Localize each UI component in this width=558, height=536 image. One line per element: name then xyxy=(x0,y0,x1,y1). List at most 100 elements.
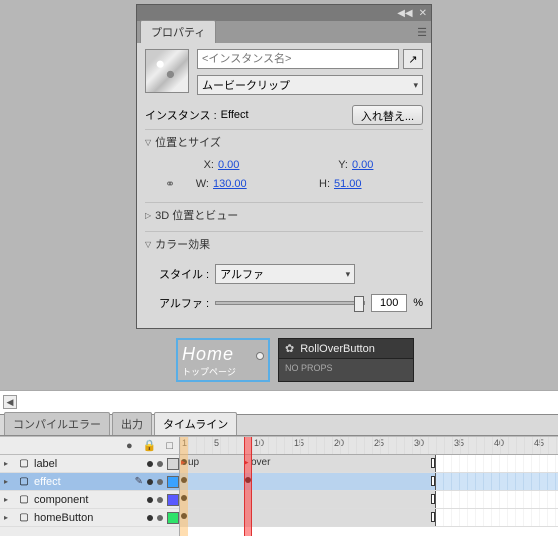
panel-titlebar[interactable]: ◀◀ ✕ xyxy=(137,5,431,21)
layer-type-icon: ▢ xyxy=(18,512,30,524)
x-label: X: xyxy=(190,159,214,171)
layer-lock-dot[interactable] xyxy=(157,461,163,467)
section-3d-label: 3D 位置とビュー xyxy=(155,207,238,223)
triangle-down-icon: ▽ xyxy=(145,138,151,147)
frame-ruler[interactable]: 151015202530354045 xyxy=(180,437,558,455)
section-color-toggle[interactable]: ▽ カラー効果 xyxy=(145,231,423,256)
frame-label-up: up xyxy=(188,457,199,468)
alpha-unit: % xyxy=(413,297,423,309)
triangle-right-icon: ▷ xyxy=(145,211,151,220)
symbol-thumbnail xyxy=(145,49,189,93)
color-style-dropdown[interactable]: アルファ ▾ xyxy=(215,264,355,284)
x-value[interactable]: 0.00 xyxy=(218,159,258,171)
timeline-panel: ● 🔒 □ ▸▢label▸▢effect✎▸▢component▸▢homeB… xyxy=(0,436,558,536)
chevron-down-icon: ▾ xyxy=(346,269,351,280)
layer-fold-icon[interactable]: ▸ xyxy=(4,513,14,522)
swap-button[interactable]: 入れ替え... xyxy=(352,105,423,125)
lower-tabs: コンパイルエラー 出力 タイムライン xyxy=(0,414,558,436)
alpha-value-input[interactable] xyxy=(371,294,407,312)
slider-thumb[interactable] xyxy=(354,296,364,312)
alpha-slider[interactable] xyxy=(215,301,365,305)
layer-lock-dot[interactable] xyxy=(157,479,163,485)
tab-compile-errors[interactable]: コンパイルエラー xyxy=(4,412,110,435)
home-title: Home xyxy=(182,344,264,365)
y-label: Y: xyxy=(324,159,348,171)
pencil-icon: ✎ xyxy=(135,476,143,487)
section-pos-size-label: 位置とサイズ xyxy=(155,134,221,150)
layers-header: ● 🔒 □ xyxy=(0,437,179,455)
layer-fold-icon[interactable]: ▸ xyxy=(4,477,14,486)
w-label: W: xyxy=(185,178,209,190)
rob-title: RollOverButton xyxy=(300,343,375,355)
layer-name[interactable]: label xyxy=(34,458,143,470)
track-effect[interactable] xyxy=(180,473,558,491)
track-label[interactable]: ▸up▸over xyxy=(180,455,558,473)
panel-close-icon[interactable]: ✕ xyxy=(419,8,427,19)
eye-column-icon[interactable]: ● xyxy=(126,440,133,452)
y-value[interactable]: 0.00 xyxy=(352,159,392,171)
stage-selection: Home トップページ ✿ RollOverButton NO PROPS xyxy=(176,338,414,382)
panel-collapse-icon[interactable]: ◀◀ xyxy=(397,8,412,19)
layer-visibility-dot[interactable] xyxy=(147,497,153,503)
layer-visibility-dot[interactable] xyxy=(147,461,153,467)
tab-timeline[interactable]: タイムライン xyxy=(154,412,237,435)
properties-panel: ◀◀ ✕ プロパティ ☰ ↗ ムービークリップ ▾ インスタンス : Effec… xyxy=(136,4,432,329)
layers-column: ● 🔒 □ ▸▢label▸▢effect✎▸▢component▸▢homeB… xyxy=(0,437,180,536)
layer-fold-icon[interactable]: ▸ xyxy=(4,459,14,468)
layer-visibility-dot[interactable] xyxy=(147,515,153,521)
track-component[interactable] xyxy=(180,491,558,509)
style-label: スタイル : xyxy=(159,266,209,282)
layer-name[interactable]: component xyxy=(34,494,143,506)
layer-color-swatch[interactable] xyxy=(167,476,179,488)
layer-fold-icon[interactable]: ▸ xyxy=(4,495,14,504)
scroll-left-button[interactable]: ◀ xyxy=(3,395,17,409)
panel-menu-icon[interactable]: ☰ xyxy=(417,26,427,39)
lock-column-icon[interactable]: 🔒 xyxy=(143,439,157,452)
symbol-type-label: ムービークリップ xyxy=(202,77,290,93)
layer-color-swatch[interactable] xyxy=(167,458,179,470)
layer-lock-dot[interactable] xyxy=(157,515,163,521)
stage-rolloverbutton-clip[interactable]: ✿ RollOverButton NO PROPS xyxy=(278,338,414,382)
layer-lock-dot[interactable] xyxy=(157,497,163,503)
chevron-down-icon: ▾ xyxy=(413,80,418,91)
layer-row-homeButton[interactable]: ▸ ▢ homeButton xyxy=(0,509,179,527)
link-wh-icon[interactable]: ⚭ xyxy=(159,177,181,191)
layer-name[interactable]: homeButton xyxy=(34,512,143,524)
home-subtitle: トップページ xyxy=(182,365,264,378)
symbol-type-dropdown[interactable]: ムービークリップ ▾ xyxy=(197,75,423,95)
layer-row-effect[interactable]: ▸ ▢ effect ✎ xyxy=(0,473,179,491)
stage-scrollbar-area xyxy=(0,390,558,414)
transform-handle[interactable] xyxy=(256,352,264,360)
rob-body: NO PROPS xyxy=(279,359,413,377)
tab-output[interactable]: 出力 xyxy=(112,412,152,435)
layer-type-icon: ▢ xyxy=(18,476,30,488)
layer-name[interactable]: effect xyxy=(34,476,131,488)
section-3d-toggle[interactable]: ▷ 3D 位置とビュー xyxy=(145,202,423,227)
tab-properties[interactable]: プロパティ xyxy=(140,20,216,43)
layer-type-icon: ▢ xyxy=(18,494,30,506)
layer-color-swatch[interactable] xyxy=(167,494,179,506)
h-value[interactable]: 51.00 xyxy=(334,178,374,190)
instance-value: Effect xyxy=(221,109,249,121)
gear-icon: ✿ xyxy=(285,342,294,355)
triangle-down-icon: ▽ xyxy=(145,240,151,249)
section-pos-size-toggle[interactable]: ▽ 位置とサイズ xyxy=(145,129,423,154)
layer-row-component[interactable]: ▸ ▢ component xyxy=(0,491,179,509)
layer-row-label[interactable]: ▸▢label xyxy=(0,455,179,473)
track-homeButton[interactable] xyxy=(180,509,558,527)
stage-home-clip[interactable]: Home トップページ xyxy=(176,338,270,382)
alpha-label: アルファ : xyxy=(159,295,209,311)
layer-color-swatch[interactable] xyxy=(167,512,179,524)
instance-name-input[interactable] xyxy=(197,49,399,69)
outline-column-icon[interactable]: □ xyxy=(166,440,173,452)
tracks-area[interactable]: 151015202530354045 ▸up▸over xyxy=(180,437,558,536)
layer-visibility-dot[interactable] xyxy=(147,479,153,485)
color-style-value: アルファ xyxy=(220,266,264,282)
section-color-label: カラー効果 xyxy=(155,236,210,252)
instance-prefix: インスタンス : xyxy=(145,107,217,123)
frame-label-over: over xyxy=(251,457,270,468)
goto-symbol-icon[interactable]: ↗ xyxy=(403,49,423,69)
w-value[interactable]: 130.00 xyxy=(213,178,253,190)
panel-tab-row: プロパティ ☰ xyxy=(137,21,431,43)
h-label: H: xyxy=(306,178,330,190)
